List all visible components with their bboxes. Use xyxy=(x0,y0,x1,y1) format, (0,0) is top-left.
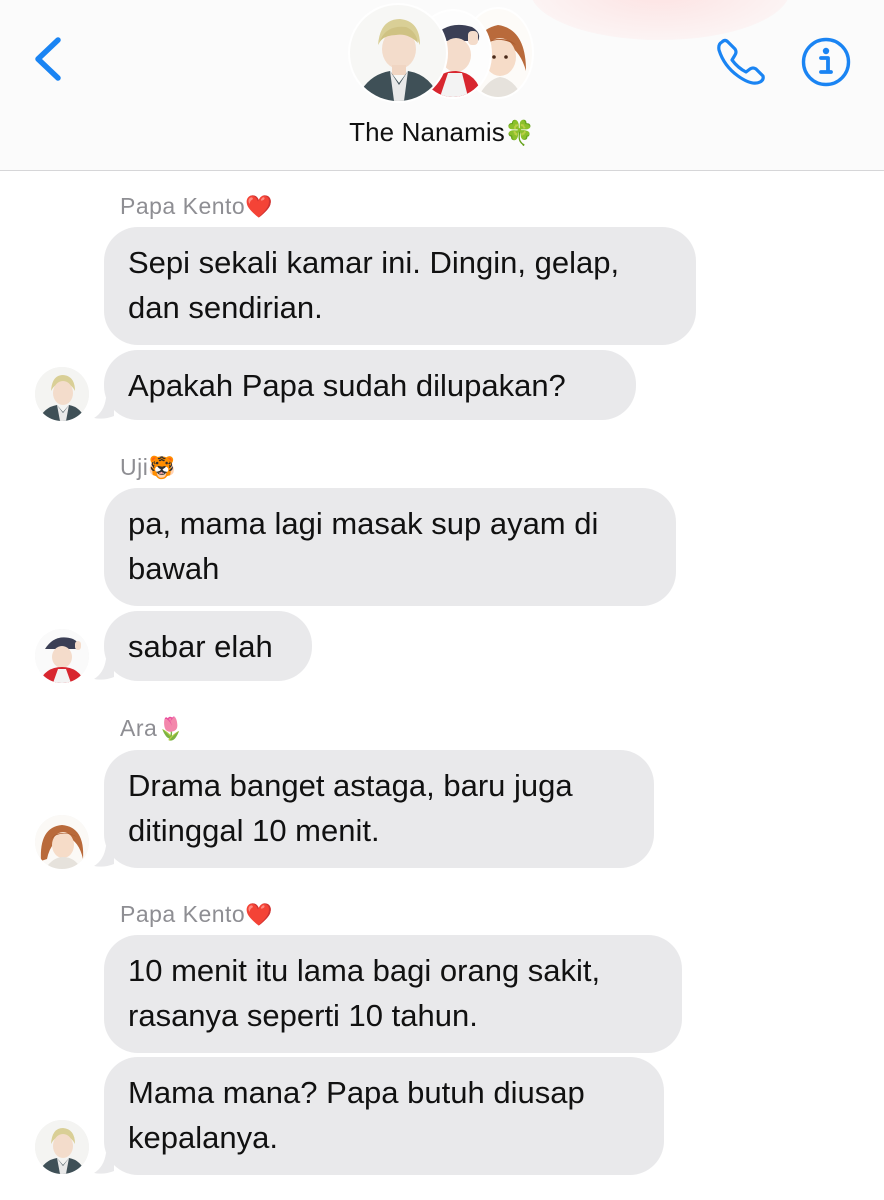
chat-title-text: The Nanamis xyxy=(349,117,505,147)
group-avatar-kento xyxy=(350,5,446,101)
group-avatar-stack[interactable] xyxy=(350,5,540,101)
sender-name: Uji🐯 xyxy=(120,454,176,481)
sender-label: Uji xyxy=(120,454,149,480)
bubble-tail xyxy=(94,659,114,680)
bubble-tail xyxy=(94,846,114,867)
header-glow xyxy=(530,0,790,40)
message-bubble[interactable]: Drama banget astaga, baru juga ditinggal… xyxy=(104,750,654,868)
sender-label: Papa Kento xyxy=(120,193,246,219)
info-icon xyxy=(801,37,851,87)
clover-emoji: 🍀 xyxy=(504,120,535,147)
phone-icon xyxy=(717,38,765,85)
avatar-kento[interactable] xyxy=(35,1120,89,1174)
message-bubble[interactable]: 10 menit itu lama bagi orang sakit, rasa… xyxy=(104,935,682,1053)
chat-title[interactable]: The Nanamis🍀 xyxy=(0,117,884,148)
avatar-kento[interactable] xyxy=(35,367,89,421)
bubble-tail xyxy=(94,1153,114,1174)
chat-header: The Nanamis🍀 xyxy=(0,0,884,171)
sender-name: Papa Kento❤️ xyxy=(120,901,273,928)
message-bubble[interactable]: sabar elah xyxy=(104,611,312,681)
chevron-left-icon xyxy=(35,37,61,81)
bubble-tail xyxy=(94,398,114,419)
message-bubble[interactable]: pa, mama lagi masak sup ayam di bawah xyxy=(104,488,676,606)
heart-emoji: ❤️ xyxy=(245,902,274,927)
info-button[interactable] xyxy=(800,36,852,88)
message-bubble[interactable]: Sepi sekali kamar ini. Dingin, gelap, da… xyxy=(104,227,696,345)
tulip-emoji: 🌷 xyxy=(157,716,186,741)
avatar-uji[interactable] xyxy=(35,629,89,683)
heart-emoji: ❤️ xyxy=(245,194,274,219)
sender-name: Papa Kento❤️ xyxy=(120,193,273,220)
sender-label: Papa Kento xyxy=(120,901,246,927)
message-bubble[interactable]: Mama mana? Papa butuh diusap kepalanya. xyxy=(104,1057,664,1175)
call-button[interactable] xyxy=(714,36,768,86)
sender-name: Ara🌷 xyxy=(120,715,185,742)
message-bubble[interactable]: Apakah Papa sudah dilupakan? xyxy=(104,350,636,420)
avatar-ara[interactable] xyxy=(35,815,89,869)
sender-label: Ara xyxy=(120,715,158,741)
tiger-emoji: 🐯 xyxy=(148,455,177,480)
back-button[interactable] xyxy=(30,34,70,84)
